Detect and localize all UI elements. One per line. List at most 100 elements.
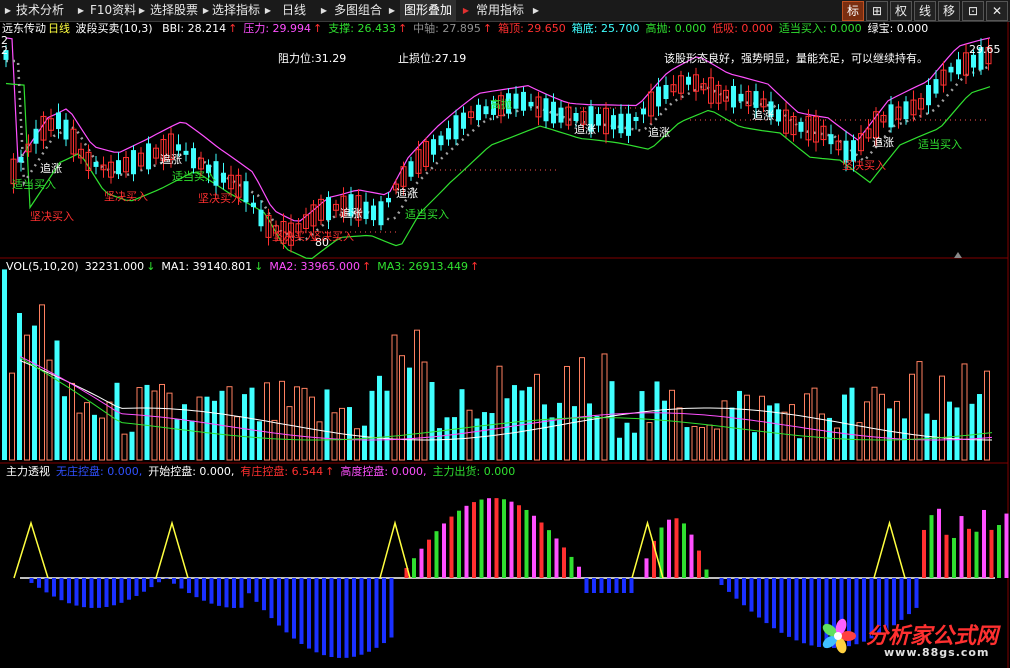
force-bar	[794, 578, 799, 641]
candle-body	[926, 84, 931, 106]
volume-bar	[609, 381, 615, 460]
volume-bar	[9, 372, 15, 461]
volume-bar	[17, 313, 22, 460]
candle-body	[476, 104, 481, 121]
candle-body	[618, 113, 624, 134]
header-value: 低吸: 0.000	[712, 22, 773, 35]
volume-bar	[729, 407, 735, 460]
header-value: 有庄控盘: 6.544	[240, 465, 324, 478]
candle-body	[378, 201, 384, 226]
force-bar	[74, 578, 79, 606]
candle-body	[641, 108, 646, 115]
force-bar	[337, 578, 341, 658]
volume-bar	[347, 407, 352, 460]
volume-bar	[62, 396, 67, 460]
candle-body	[521, 91, 526, 111]
force-bar	[142, 578, 146, 592]
force-bar	[532, 515, 536, 578]
force-bar	[922, 529, 926, 578]
volume-bar	[909, 373, 915, 461]
force-bar	[704, 569, 709, 578]
watermark-url: www.88gs.com	[884, 646, 990, 659]
volume-bar	[534, 373, 540, 461]
volume-bar	[887, 408, 892, 460]
volume-bar	[189, 420, 195, 460]
control-spike-line	[13, 520, 49, 579]
force-bar	[352, 578, 356, 657]
candle-body	[438, 135, 444, 146]
candle-body	[956, 59, 961, 75]
force-bar	[727, 578, 731, 592]
volume-bar	[639, 391, 645, 460]
force-bar	[434, 531, 439, 578]
volume-bar	[324, 389, 330, 460]
force-bar	[524, 509, 529, 578]
header-value: 开始控盘: 0.000,	[148, 465, 235, 478]
volume-bar	[856, 422, 863, 461]
force-bar	[314, 578, 319, 653]
volume-bar	[916, 361, 923, 461]
candle-body	[446, 128, 451, 140]
force-bar	[29, 578, 34, 583]
force-bar	[689, 534, 694, 578]
volume-bar	[579, 357, 585, 461]
force-bar	[742, 578, 746, 606]
force-bar	[929, 515, 934, 578]
volume-bar	[144, 384, 150, 460]
force-bar	[599, 578, 604, 593]
force-bar	[157, 578, 161, 583]
volume-bar	[542, 404, 547, 460]
volume-bar	[76, 412, 83, 461]
volume-bar	[39, 304, 45, 461]
force-bar	[494, 498, 499, 578]
force-bar	[187, 578, 191, 594]
volume-bar	[781, 411, 788, 461]
volume-bar	[564, 365, 570, 461]
arrow-up-icon: ↑	[313, 22, 323, 35]
volume-bar	[92, 414, 97, 460]
force-bar	[629, 578, 634, 593]
force-bar	[359, 578, 364, 655]
force-bar	[247, 578, 251, 594]
candle-body	[56, 112, 61, 130]
force-bar	[517, 505, 521, 578]
volume-bar	[294, 386, 300, 461]
volume-bar	[196, 396, 203, 461]
arrow-up-icon: ↑	[228, 22, 238, 35]
candle-body	[776, 109, 781, 122]
candle-body	[33, 128, 39, 144]
header-value: 支撑: 26.433	[328, 22, 396, 35]
volume-bar	[827, 417, 832, 460]
candlesticks	[3, 38, 992, 253]
force-bar	[322, 578, 326, 656]
force-bar	[217, 578, 221, 606]
volume-bar	[226, 386, 233, 461]
volume-bar	[429, 382, 435, 460]
arrow-down-icon: ↓	[254, 260, 264, 273]
candle-body	[828, 134, 834, 145]
candle-body	[453, 115, 459, 140]
volume-bar	[617, 437, 622, 460]
volume-bar	[744, 394, 750, 461]
candle-body	[543, 98, 549, 122]
candle-body	[513, 93, 519, 109]
force-bar	[982, 509, 986, 578]
force-bar	[127, 578, 131, 600]
volume-bar	[684, 427, 690, 460]
force-bar	[164, 578, 169, 579]
volume-bar	[121, 433, 128, 461]
signal-label: 追涨	[872, 136, 894, 149]
candle-body	[483, 106, 489, 115]
force-bar	[914, 578, 919, 608]
logo-center	[834, 632, 842, 640]
force-bar	[682, 523, 686, 578]
force-bar	[179, 578, 184, 589]
force-bar	[644, 558, 649, 578]
force-bar	[899, 578, 904, 620]
signal-label: 适当买入	[918, 138, 962, 151]
signal-label: 追涨	[160, 153, 182, 166]
volume-bar	[879, 393, 885, 461]
volume-bar	[106, 401, 113, 461]
force-bar	[89, 578, 94, 608]
arrow-up-icon: ↑	[362, 260, 372, 273]
